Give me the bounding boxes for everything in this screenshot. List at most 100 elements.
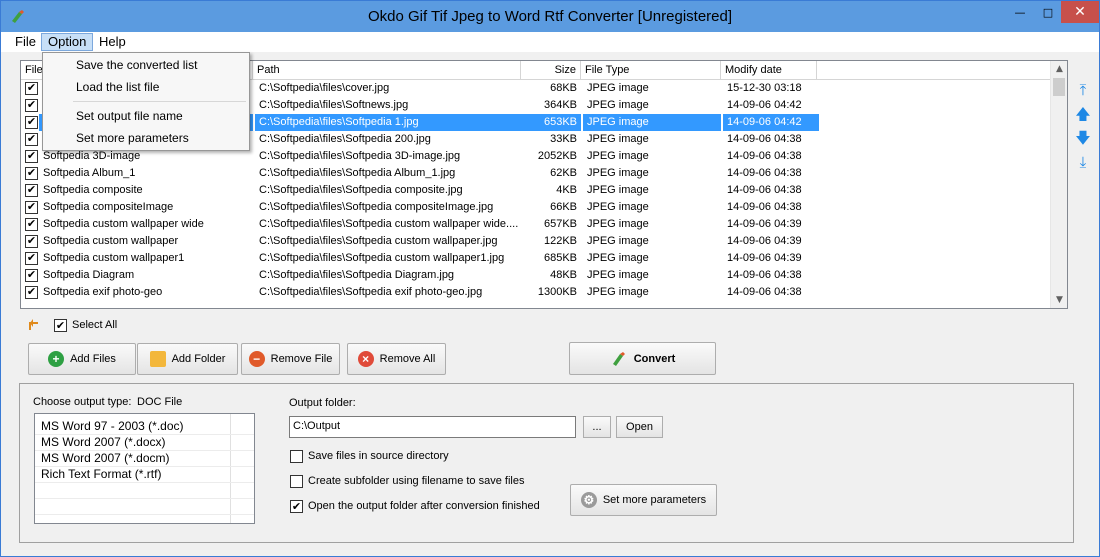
- cell-name: Softpedia custom wallpaper wide: [43, 218, 204, 230]
- remove-file-button[interactable]: − Remove File: [241, 343, 340, 375]
- table-row[interactable]: ✔ Softpedia Album_1 C:\Softpedia\files\S…: [21, 165, 1051, 182]
- list-item[interactable]: MS Word 97 - 2003 (*.doc): [41, 418, 184, 434]
- table-row[interactable]: ✔ Softpedia custom wallpaper1 C:\Softped…: [21, 250, 1051, 267]
- cell-date: 14-09-06 04:42: [727, 99, 802, 111]
- row-checkbox[interactable]: ✔: [25, 286, 38, 299]
- scroll-thumb[interactable]: [1053, 78, 1065, 96]
- menu-item-load-list[interactable]: Load the list file: [76, 78, 159, 96]
- cell-path: C:\Softpedia\files\Softpedia Diagram.jpg: [259, 269, 455, 281]
- option-dropdown-menu: Save the converted list Load the list fi…: [42, 52, 250, 151]
- menu-item-save-list[interactable]: Save the converted list: [76, 56, 197, 74]
- output-type-list[interactable]: MS Word 97 - 2003 (*.doc) MS Word 2007 (…: [34, 413, 255, 524]
- list-item[interactable]: MS Word 2007 (*.docx): [41, 434, 166, 450]
- row-checkbox[interactable]: ✔: [25, 235, 38, 248]
- row-checkbox[interactable]: ✔: [25, 82, 38, 95]
- create-subfolder-checkbox[interactable]: [290, 475, 303, 488]
- menu-help[interactable]: Help: [93, 33, 132, 51]
- minimize-button[interactable]: —: [1005, 1, 1035, 23]
- convert-icon: [612, 351, 625, 366]
- cell-date: 14-09-06 04:39: [727, 252, 802, 264]
- close-button[interactable]: ✕: [1061, 1, 1099, 23]
- cell-size: 48KB: [550, 269, 577, 281]
- table-row[interactable]: ✔ Softpedia Diagram C:\Softpedia\files\S…: [21, 267, 1051, 284]
- output-folder-input[interactable]: C:\Output: [289, 416, 576, 438]
- cell-date: 14-09-06 04:39: [727, 218, 802, 230]
- cell-date: 14-09-06 04:38: [727, 269, 802, 281]
- remove-icon: −: [248, 351, 265, 367]
- cell-type: JPEG image: [587, 201, 649, 213]
- table-row[interactable]: ✔ Softpedia compositeImage C:\Softpedia\…: [21, 199, 1051, 216]
- col-type[interactable]: File Type: [581, 61, 721, 80]
- row-checkbox[interactable]: ✔: [25, 269, 38, 282]
- col-path[interactable]: Path: [253, 61, 521, 80]
- move-top-icon[interactable]: ⤒: [1074, 81, 1092, 99]
- output-type-label: Choose output type:: [33, 396, 132, 408]
- row-checkbox[interactable]: ✔: [25, 184, 38, 197]
- cell-date: 14-09-06 04:38: [727, 201, 802, 213]
- cell-name: Softpedia Diagram: [43, 269, 135, 281]
- cell-date: 14-09-06 04:38: [727, 184, 802, 196]
- move-down-icon[interactable]: 🡇: [1074, 129, 1092, 147]
- list-scrollbar[interactable]: ▲ ▼: [1050, 61, 1067, 308]
- table-row[interactable]: ✔ Softpedia custom wallpaper wide C:\Sof…: [21, 216, 1051, 233]
- row-checkbox[interactable]: ✔: [25, 150, 38, 163]
- row-checkbox[interactable]: ✔: [25, 167, 38, 180]
- open-folder-button[interactable]: Open: [616, 416, 663, 438]
- remove-all-icon: ×: [357, 351, 374, 367]
- row-checkbox[interactable]: ✔: [25, 99, 38, 112]
- up-level-icon[interactable]: [28, 317, 44, 331]
- set-more-parameters-button[interactable]: ⚙ Set more parameters: [570, 484, 717, 516]
- row-checkbox[interactable]: ✔: [25, 133, 38, 146]
- cell-date: 14-09-06 04:38: [727, 167, 802, 179]
- row-checkbox[interactable]: ✔: [25, 218, 38, 231]
- cell-date: 14-09-06 04:38: [727, 286, 802, 298]
- menu-item-output-name[interactable]: Set output file name: [76, 107, 183, 125]
- add-files-button[interactable]: + Add Files: [28, 343, 136, 375]
- move-up-icon[interactable]: 🡅: [1074, 105, 1092, 123]
- open-output-label: Open the output folder after conversion …: [308, 500, 540, 512]
- cell-type: JPEG image: [587, 133, 649, 145]
- menu-file[interactable]: File: [9, 33, 42, 51]
- row-checkbox[interactable]: ✔: [25, 201, 38, 214]
- col-size[interactable]: Size: [521, 61, 581, 80]
- table-row[interactable]: ✔ Softpedia composite C:\Softpedia\files…: [21, 182, 1051, 199]
- scroll-down-icon[interactable]: ▼: [1051, 292, 1067, 308]
- move-bottom-icon[interactable]: ⤓: [1074, 153, 1092, 171]
- cell-size: 657KB: [543, 218, 577, 230]
- list-item[interactable]: MS Word 2007 (*.docm): [41, 450, 170, 466]
- app-window: Okdo Gif Tif Jpeg to Word Rtf Converter …: [0, 0, 1100, 557]
- remove-all-button[interactable]: × Remove All: [347, 343, 446, 375]
- table-row[interactable]: ✔ Softpedia exif photo-geo C:\Softpedia\…: [21, 284, 1051, 301]
- maximize-button[interactable]: □: [1035, 1, 1061, 23]
- output-settings-panel: Choose output type: DOC File MS Word 97 …: [19, 383, 1074, 543]
- cell-size: 4KB: [556, 184, 577, 196]
- menu-item-more-params[interactable]: Set more parameters: [76, 129, 189, 147]
- browse-button[interactable]: ...: [583, 416, 611, 438]
- open-output-checkbox[interactable]: ✔: [290, 500, 303, 513]
- cell-type: JPEG image: [587, 235, 649, 247]
- cell-size: 364KB: [543, 99, 577, 111]
- cell-path: C:\Softpedia\files\Softpedia composite.j…: [259, 184, 463, 196]
- cell-name: Softpedia Album_1: [43, 167, 136, 179]
- save-in-source-checkbox[interactable]: [290, 450, 303, 463]
- create-subfolder-label: Create subfolder using filename to save …: [308, 475, 525, 487]
- table-row[interactable]: ✔ Softpedia custom wallpaper C:\Softpedi…: [21, 233, 1051, 250]
- cell-path: C:\Softpedia\files\Softpedia 3D-image.jp…: [259, 150, 461, 162]
- cell-type: JPEG image: [587, 184, 649, 196]
- menu-option[interactable]: Option: [41, 33, 94, 51]
- row-checkbox[interactable]: ✔: [25, 116, 38, 129]
- scroll-up-icon[interactable]: ▲: [1051, 61, 1067, 77]
- cell-path: C:\Softpedia\files\Softpedia 1.jpg: [255, 114, 521, 131]
- add-folder-button[interactable]: Add Folder: [137, 343, 238, 375]
- convert-button[interactable]: Convert: [569, 342, 716, 375]
- cell-type: JPEG image: [587, 218, 649, 230]
- select-all-checkbox[interactable]: ✔: [54, 319, 67, 332]
- title-bar[interactable]: Okdo Gif Tif Jpeg to Word Rtf Converter …: [1, 1, 1099, 32]
- row-checkbox[interactable]: ✔: [25, 252, 38, 265]
- cell-path: C:\Softpedia\files\Softpedia custom wall…: [259, 235, 498, 247]
- cell-size: 1300KB: [537, 286, 577, 298]
- cell-name: Softpedia custom wallpaper1: [43, 252, 185, 264]
- list-item[interactable]: Rich Text Format (*.rtf): [41, 466, 161, 482]
- cell-type: JPEG image: [587, 82, 649, 94]
- col-date[interactable]: Modify date: [721, 61, 817, 80]
